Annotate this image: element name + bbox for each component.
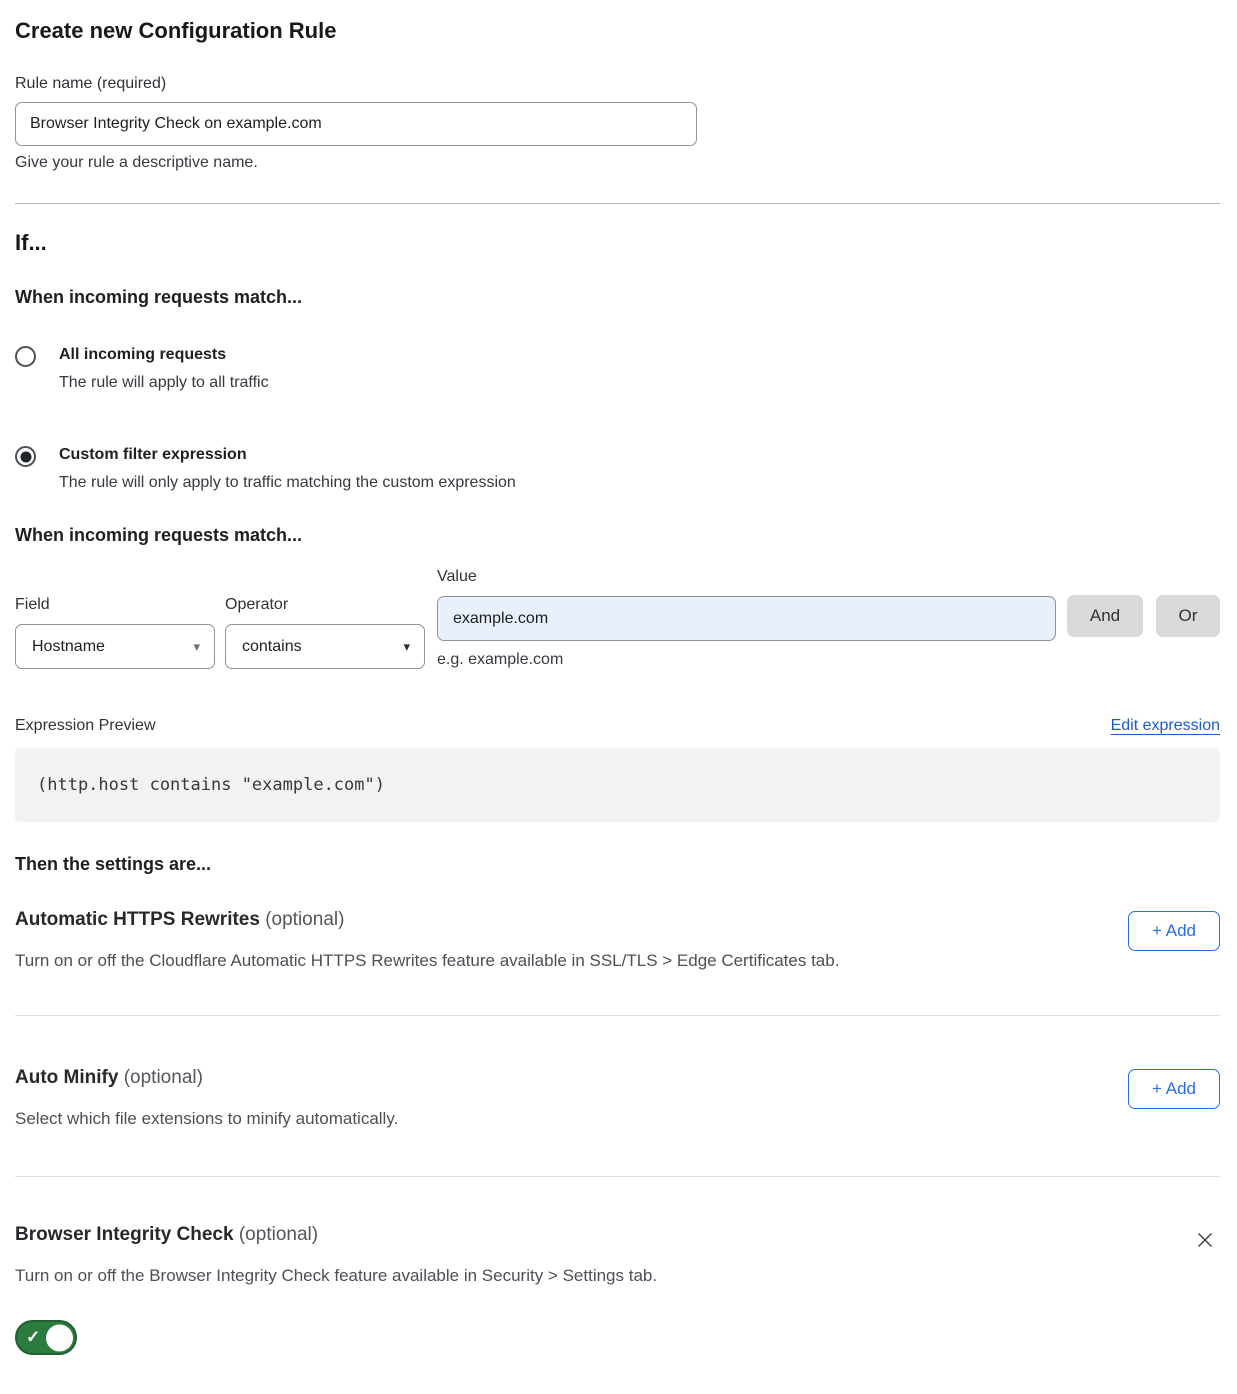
rule-name-help: Give your rule a descriptive name. xyxy=(15,154,1220,172)
radio-unselected-icon[interactable] xyxy=(15,346,36,367)
expression-builder-row: Field Hostname ▾ Operator contains ▾ Val… xyxy=(15,568,1220,669)
setting-section-browser-integrity-check: Browser Integrity Check (optional) Turn … xyxy=(15,1177,1220,1360)
page-title: Create new Configuration Rule xyxy=(15,17,1220,45)
if-heading: If... xyxy=(15,230,1220,256)
and-button[interactable]: And xyxy=(1067,595,1143,637)
chevron-down-icon: ▾ xyxy=(193,639,200,655)
value-help: e.g. example.com xyxy=(437,651,1056,669)
radio-option-custom-filter[interactable]: Custom filter expression The rule will o… xyxy=(15,444,1220,494)
section-description: Turn on or off the Cloudflare Automatic … xyxy=(15,949,839,972)
add-auto-minify-button[interactable]: + Add xyxy=(1128,1069,1220,1109)
field-select-value: Hostname xyxy=(32,638,105,656)
expression-preview-code: (http.host contains "example.com") xyxy=(15,748,1220,822)
radio-description: The rule will apply to all traffic xyxy=(59,372,269,394)
setting-section-automatic-https-rewrites: Automatic HTTPS Rewrites (optional) Turn… xyxy=(15,875,1220,1015)
radio-label: Custom filter expression xyxy=(59,444,516,466)
settings-heading: Then the settings are... xyxy=(15,854,1220,875)
section-optional-tag: (optional) xyxy=(239,1224,318,1245)
setting-section-auto-minify: Auto Minify (optional) Select which file… xyxy=(15,1016,1220,1176)
value-input[interactable] xyxy=(437,596,1056,641)
section-optional-tag: (optional) xyxy=(265,909,344,930)
field-select[interactable]: Hostname ▾ xyxy=(15,624,215,669)
chevron-down-icon: ▾ xyxy=(403,639,410,655)
builder-subheading: When incoming requests match... xyxy=(15,525,1220,546)
or-button[interactable]: Or xyxy=(1156,595,1220,637)
section-description: Turn on or off the Browser Integrity Che… xyxy=(15,1264,657,1287)
toggle-knob xyxy=(46,1324,73,1351)
section-title: Automatic HTTPS Rewrites xyxy=(15,909,260,930)
section-title: Auto Minify xyxy=(15,1067,118,1088)
radio-selected-icon[interactable] xyxy=(15,446,36,467)
radio-description: The rule will only apply to traffic matc… xyxy=(59,472,516,494)
remove-setting-button[interactable] xyxy=(1190,1225,1220,1255)
section-optional-tag: (optional) xyxy=(124,1067,203,1088)
field-label: Field xyxy=(15,596,225,614)
radio-option-all-requests[interactable]: All incoming requests The rule will appl… xyxy=(15,344,1220,394)
value-label: Value xyxy=(437,568,1056,586)
edit-expression-link[interactable]: Edit expression xyxy=(1111,717,1220,735)
match-subheading: When incoming requests match... xyxy=(15,287,1220,308)
radio-label: All incoming requests xyxy=(59,344,269,366)
expression-preview-label: Expression Preview xyxy=(15,717,156,735)
operator-select[interactable]: contains ▾ xyxy=(225,624,425,669)
add-automatic-https-rewrites-button[interactable]: + Add xyxy=(1128,911,1220,951)
operator-label: Operator xyxy=(225,596,437,614)
rule-name-input[interactable] xyxy=(15,102,697,146)
close-icon xyxy=(1194,1229,1216,1251)
section-title: Browser Integrity Check xyxy=(15,1224,234,1245)
expression-preview-header: Expression Preview Edit expression xyxy=(15,717,1220,735)
browser-integrity-check-toggle[interactable]: ✓ xyxy=(15,1320,77,1355)
section-divider xyxy=(15,203,1220,204)
operator-select-value: contains xyxy=(242,638,302,656)
create-configuration-rule-form: Create new Configuration Rule Rule name … xyxy=(0,17,1237,1390)
rule-name-label: Rule name (required) xyxy=(15,75,1220,93)
check-icon: ✓ xyxy=(26,1327,40,1347)
section-description: Select which file extensions to minify a… xyxy=(15,1107,398,1130)
